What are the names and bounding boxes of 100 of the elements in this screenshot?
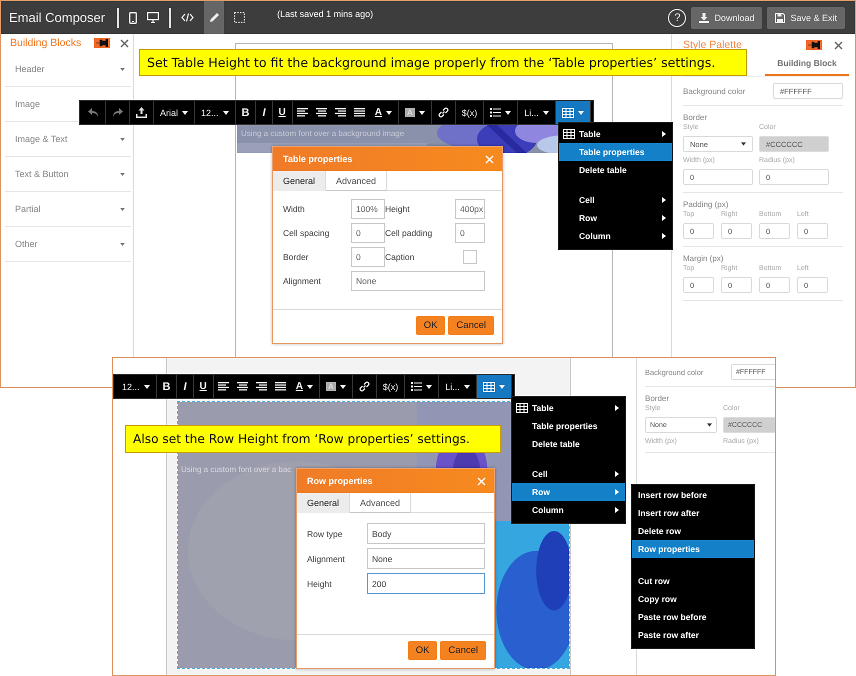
menu-item[interactable]: Insert row before (632, 486, 754, 504)
download-icon (699, 12, 710, 22)
panel-title: Building Blocks (10, 37, 82, 49)
menu-item[interactable]: Cell (559, 191, 672, 209)
menu-item[interactable]: Paste row before (632, 608, 754, 626)
dialog-button[interactable]: OK (416, 316, 446, 335)
accordion-label[interactable]: Other (15, 239, 38, 249)
input-field[interactable]: 200 (367, 573, 485, 594)
dialog-button[interactable]: Cancel (440, 641, 486, 660)
phone-icon[interactable] (129, 12, 138, 24)
accordion-label[interactable]: Text & Button (15, 169, 69, 179)
link-icon[interactable] (438, 107, 449, 118)
align-icon[interactable] (354, 108, 365, 117)
menu-item[interactable]: Table (512, 399, 625, 417)
menu-item[interactable]: Cut row (632, 572, 754, 590)
dialog-button[interactable]: Cancel (448, 316, 494, 335)
align-icon[interactable] (296, 108, 308, 117)
tab[interactable]: Advanced (350, 493, 412, 513)
undo-icon[interactable] (88, 108, 99, 117)
menu-item[interactable]: Paste row after (632, 626, 754, 644)
menu-item[interactable]: Delete table (512, 435, 625, 453)
input-field[interactable]: 100% (351, 199, 385, 219)
dialog-title: Table properties (283, 154, 352, 164)
section-title: Margin (px) (683, 254, 724, 263)
save-status: (Last saved 1 mins ago) (277, 8, 374, 18)
dialog-title: Row properties (307, 476, 373, 486)
caret-icon (498, 384, 505, 388)
menu-item[interactable]: Table (559, 125, 672, 143)
pin-icon (808, 41, 820, 49)
content-text: Using a custom font over a bac (181, 465, 292, 474)
field-label: Caption (385, 252, 416, 262)
menu-item[interactable]: Row (559, 209, 672, 227)
content-text: Using a custom font over a background image (241, 129, 404, 138)
edit-button[interactable] (204, 1, 224, 34)
field-label: Cell spacing (283, 228, 330, 238)
input-field[interactable]: 400px (455, 199, 485, 219)
input-field[interactable]: None (367, 548, 485, 569)
menu-item[interactable]: Insert row after (632, 504, 754, 522)
menu-item[interactable]: Copy row (632, 590, 754, 608)
submenu-arrow-icon (662, 197, 666, 203)
section-title: Padding (px) (683, 200, 730, 209)
input-field[interactable]: None (351, 271, 485, 291)
checkbox[interactable] (463, 250, 477, 264)
close-icon[interactable] (834, 40, 843, 50)
align-icon[interactable] (236, 382, 248, 391)
select-icon[interactable] (234, 12, 246, 23)
align-icon[interactable] (256, 382, 267, 391)
section-title: Border (645, 394, 670, 403)
input-field[interactable]: 0 (351, 247, 385, 267)
input-field[interactable]: 0 (455, 223, 485, 243)
submenu-arrow-icon (615, 405, 619, 411)
accordion-label[interactable]: Image & Text (15, 134, 68, 144)
menu-item[interactable]: Column (512, 501, 625, 519)
field-label: Alignment (283, 276, 322, 286)
caret-icon (386, 110, 392, 114)
app-title: Email Composer (9, 10, 106, 25)
list-icon (411, 382, 422, 391)
align-icon[interactable] (316, 108, 327, 117)
menu-item[interactable]: Delete table (559, 161, 672, 179)
accordion-label[interactable]: Header (15, 64, 45, 74)
menu-item[interactable]: Delete row (632, 522, 754, 540)
menu-item[interactable]: Table properties (512, 417, 625, 435)
align-icon[interactable] (218, 382, 229, 391)
caret-icon (340, 384, 346, 388)
pin-button[interactable] (806, 40, 822, 50)
help-button[interactable]: ? (668, 8, 686, 26)
field-label: Cell padding (385, 228, 434, 238)
accordion-label[interactable]: Partial (15, 204, 41, 214)
panel-title: Style Palette (683, 39, 743, 51)
table-button[interactable] (476, 375, 512, 398)
pin-button[interactable] (94, 38, 110, 48)
field-label: Width (283, 204, 306, 214)
download-button[interactable]: Download (691, 6, 762, 28)
menu-item[interactable]: Table properties (559, 143, 672, 161)
align-icon[interactable] (334, 108, 346, 117)
input-field[interactable]: 0 (351, 223, 385, 243)
caret-icon (120, 172, 125, 176)
tab[interactable]: General (297, 493, 350, 513)
close-icon[interactable] (120, 38, 129, 48)
redo-icon[interactable] (112, 108, 123, 117)
submenu-arrow-icon (615, 489, 619, 495)
menu-item[interactable]: Column (559, 227, 672, 245)
dialog-button[interactable]: OK (408, 641, 438, 660)
tab[interactable]: General (273, 171, 326, 191)
align-icon[interactable] (274, 382, 286, 391)
tab[interactable]: Advanced (326, 171, 388, 191)
accordion-label[interactable]: Image (15, 99, 40, 109)
submenu-arrow-icon (615, 471, 619, 477)
upload-icon[interactable] (136, 107, 147, 118)
menu-item[interactable]: Row properties (632, 540, 754, 558)
save-exit-button[interactable]: Save & Exit (767, 6, 845, 28)
pin-icon (96, 39, 108, 47)
code-icon[interactable] (181, 13, 194, 22)
caret-icon (222, 110, 229, 114)
menu-item[interactable]: Row (512, 483, 625, 501)
input-field[interactable]: Body (367, 523, 485, 544)
tab[interactable]: Building Block (765, 54, 849, 76)
desktop-icon[interactable] (147, 12, 160, 23)
menu-item[interactable]: Cell (512, 465, 625, 483)
link-icon[interactable] (358, 381, 370, 392)
